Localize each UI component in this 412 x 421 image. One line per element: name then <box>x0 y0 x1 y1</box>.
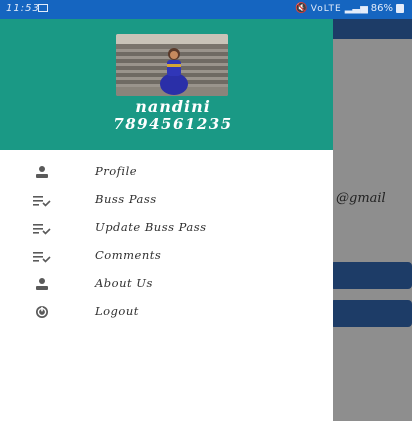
menu-item-buss-pass[interactable]: Buss Pass <box>0 186 333 214</box>
menu-label-logout: Logout <box>95 304 139 318</box>
menu-item-comments[interactable]: Comments <box>0 242 333 270</box>
status-bar: 11:53 🔇 VoLTE ▂▃▅ 86% <box>0 0 412 19</box>
menu-item-about-us[interactable]: About Us <box>0 270 333 298</box>
user-phone: 7894561235 <box>113 115 233 133</box>
signal-icon: ▂▃▅ <box>344 3 368 14</box>
drawer-menu-list: Profile Buss Pass Update Buss Pass Comme… <box>0 158 333 326</box>
background-email-text: @gmail <box>336 191 386 206</box>
battery-icon <box>396 4 404 13</box>
background-button-1 <box>330 262 412 289</box>
list-check-icon <box>32 220 52 235</box>
menu-label-comments: Comments <box>95 248 162 262</box>
volte-signal-label: VoLTE <box>310 3 342 14</box>
list-check-icon <box>32 248 52 263</box>
drawer-header: nandini 7894561235 <box>0 19 333 150</box>
app-screen: 11:53 🔇 VoLTE ▂▃▅ 86% @gmail nandini 789… <box>0 0 412 421</box>
menu-item-profile[interactable]: Profile <box>0 158 333 186</box>
person-icon <box>32 164 52 178</box>
power-icon <box>32 304 52 318</box>
user-name: nandini <box>135 97 211 116</box>
navigation-drawer: nandini 7894561235 Profile Buss Pass Upd… <box>0 19 333 421</box>
menu-label-profile: Profile <box>95 164 138 178</box>
list-check-icon <box>32 192 52 207</box>
profile-photo[interactable] <box>116 34 228 96</box>
menu-item-logout[interactable]: Logout <box>0 298 333 326</box>
profile-photo-image <box>116 34 228 96</box>
background-button-2 <box>330 300 412 327</box>
image-notification-icon <box>38 4 48 12</box>
battery-percent: 86% <box>370 3 393 14</box>
menu-label-buss-pass: Buss Pass <box>95 192 157 206</box>
mute-icon: 🔇 <box>295 3 308 14</box>
menu-item-update-buss-pass[interactable]: Update Buss Pass <box>0 214 333 242</box>
person-icon <box>32 276 52 290</box>
menu-label-about-us: About Us <box>95 276 153 290</box>
menu-label-update-buss-pass: Update Buss Pass <box>95 220 207 234</box>
status-time: 11:53 <box>6 3 40 14</box>
status-indicators: 🔇 VoLTE ▂▃▅ 86% <box>295 3 404 14</box>
